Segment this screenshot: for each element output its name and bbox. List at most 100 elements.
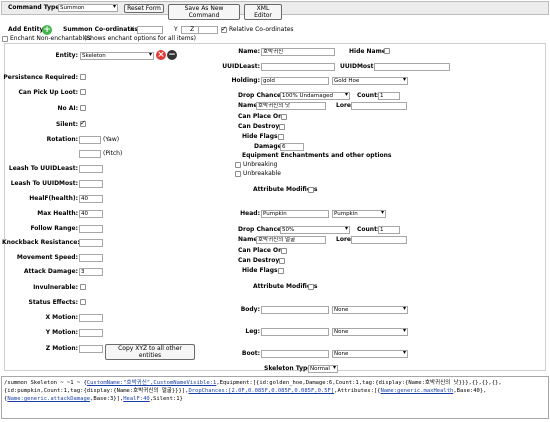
x-motion-input[interactable] — [79, 314, 103, 322]
pickup-loot-checkbox[interactable] — [80, 89, 86, 95]
reset-form-button[interactable]: Reset Form — [124, 4, 164, 13]
z-coord-input[interactable] — [198, 26, 218, 34]
yaw-input[interactable] — [79, 136, 101, 144]
name-input[interactable]: 호박귀신 — [261, 48, 335, 56]
can-place-on-label-2: Can Place On: — [238, 247, 285, 254]
count-input-2[interactable]: 1 — [378, 226, 400, 234]
hide-flags-checkbox-2[interactable] — [278, 268, 284, 274]
knockback-label: Knockback Resistance: — [2, 239, 80, 246]
uuidleast-label: UUIDLeast: — [222, 63, 260, 70]
max-health-input[interactable]: 40 — [79, 210, 103, 218]
head-label: Head: — [240, 210, 260, 217]
equip-enchant-label: Equipment Enchantments and other options — [242, 152, 392, 159]
cmd-text: {id:pumpkin,Count:1,tag:{display:{Name:호… — [4, 388, 189, 394]
knockback-input[interactable] — [79, 239, 103, 247]
uuidmost-input[interactable] — [374, 63, 450, 71]
cmd-link: DropChances:[2.0F,0.085F,0.085F,0.085F,0… — [188, 388, 335, 394]
item-name-input-1[interactable]: 호박귀신의 낫 — [256, 102, 326, 110]
movement-speed-input[interactable] — [79, 254, 103, 262]
follow-range-label: Follow Range: — [30, 225, 78, 232]
copy-xyz-button[interactable]: Copy XYZ to all other entities — [105, 344, 195, 360]
body-select[interactable]: None — [332, 306, 408, 314]
cmd-text: ,Silent:1} — [149, 396, 183, 402]
cmd-link: CustomName:"호박귀신",CustomNameVisible:1 — [86, 380, 217, 386]
attribute-modifiers-checkbox-2[interactable] — [308, 284, 314, 290]
status-effects-label: Status Effects: — [28, 299, 78, 306]
holding-input[interactable]: gold — [261, 77, 329, 85]
hide-flags-checkbox-1[interactable] — [278, 134, 284, 140]
attack-damage-input[interactable]: 3 — [79, 268, 103, 276]
unbreakable-label: Unbreakable — [243, 170, 281, 177]
z-coord-label: Z — [190, 26, 195, 33]
relative-coords-label: Relative Co-ordinates — [229, 26, 294, 33]
cmd-link: Name:generic.attackDamage — [7, 396, 91, 402]
attribute-modifiers-checkbox-1[interactable] — [308, 187, 314, 193]
no-ai-label: No AI: — [57, 105, 78, 112]
y-coord-label: Y — [174, 26, 178, 33]
leg-select[interactable]: None — [332, 328, 408, 336]
enchant-nonenchantables-checkbox[interactable] — [2, 36, 8, 42]
y-motion-input[interactable] — [79, 329, 103, 337]
holding-label: Holding: — [231, 77, 260, 84]
drop-chance-select-2[interactable]: 50% — [280, 226, 350, 234]
add-entity-icon[interactable]: + — [42, 25, 52, 35]
cmd-text: ,Base:3}], — [90, 396, 124, 402]
status-effects-checkbox[interactable] — [80, 299, 86, 305]
leash-uuidmost-input[interactable] — [79, 180, 103, 188]
head-input[interactable]: Pumpkin — [261, 210, 329, 218]
can-destroy-checkbox-2[interactable] — [279, 258, 285, 264]
can-destroy-checkbox-1[interactable] — [279, 124, 285, 130]
invulnerable-checkbox[interactable] — [80, 284, 86, 290]
unbreakable-checkbox[interactable] — [235, 171, 241, 177]
lore-input-2[interactable] — [351, 236, 407, 244]
save-as-new-command-button[interactable]: Save As New Command — [168, 4, 240, 20]
drop-chance-select-1[interactable]: 100% Undamaged — [280, 92, 350, 100]
no-ai-checkbox[interactable] — [80, 105, 86, 111]
relative-coords-checkbox[interactable] — [221, 25, 227, 33]
can-destroy-label-1: Can Destroy: — [238, 123, 282, 130]
command-type-label: Command Type: — [8, 4, 62, 11]
count-input-1[interactable]: 1 — [378, 92, 400, 100]
leg-input[interactable] — [261, 328, 329, 336]
hide-name-checkbox[interactable] — [384, 48, 390, 54]
lore-input-1[interactable] — [351, 102, 407, 110]
uuidleast-input[interactable] — [261, 63, 335, 71]
enchant-note: (Shows enchant options for all items) — [84, 35, 197, 42]
summon-coords-label: Summon Co-ordinates: — [63, 26, 141, 33]
unbreaking-checkbox[interactable] — [235, 162, 241, 168]
z-motion-input[interactable] — [79, 345, 103, 353]
drop-chance-label-1: Drop Chance: — [238, 92, 284, 99]
leash-uuidmost-label: Leash To UUIDMost: — [10, 180, 78, 187]
count-label-2: Count: — [357, 226, 380, 233]
cmd-text: ,Base:40}, — [453, 388, 487, 394]
boot-input[interactable] — [261, 350, 329, 358]
item-name-input-2[interactable]: 호박귀신의 얼굴 — [256, 236, 326, 244]
healf-input[interactable]: 40 — [79, 195, 103, 203]
can-place-on-checkbox-2[interactable] — [281, 248, 287, 254]
cmd-link: Name:generic.maxHealth — [380, 388, 454, 394]
persistence-checkbox[interactable] — [80, 74, 86, 80]
boot-select[interactable]: None — [332, 350, 408, 358]
leash-uuidleast-input[interactable] — [79, 165, 103, 173]
movement-speed-label: Movement Speed: — [16, 254, 78, 261]
command-output[interactable]: /summon Skeleton ~ ~1 ~ {CustomName:"호박귀… — [1, 376, 549, 419]
can-place-on-checkbox-1[interactable] — [281, 114, 287, 120]
silent-label: Silent: — [55, 121, 78, 128]
head-select[interactable]: Pumpkin — [332, 210, 386, 218]
command-type-select[interactable]: Summon — [58, 4, 118, 12]
damage-input[interactable]: 6 — [280, 143, 304, 151]
can-destroy-label-2: Can Destroy: — [238, 257, 282, 264]
remove-entity-icon[interactable]: × — [156, 50, 166, 60]
body-input[interactable] — [261, 306, 329, 314]
skeleton-type-select[interactable]: Normal — [308, 365, 338, 373]
pitch-input[interactable] — [79, 150, 101, 158]
cmd-text: /summon Skeleton ~ ~1 ~ { — [4, 380, 87, 386]
follow-range-input[interactable] — [79, 225, 103, 233]
holding-select[interactable]: Gold Hoe — [332, 77, 408, 85]
xml-editor-button[interactable]: XML Editor — [244, 4, 282, 20]
silent-checkbox[interactable] — [80, 119, 86, 127]
collapse-entity-icon[interactable]: − — [167, 50, 177, 60]
persistence-label: Persistence Required: — [3, 74, 78, 81]
entity-select[interactable]: Skeleton — [80, 52, 154, 60]
x-coord-input[interactable] — [137, 26, 163, 34]
